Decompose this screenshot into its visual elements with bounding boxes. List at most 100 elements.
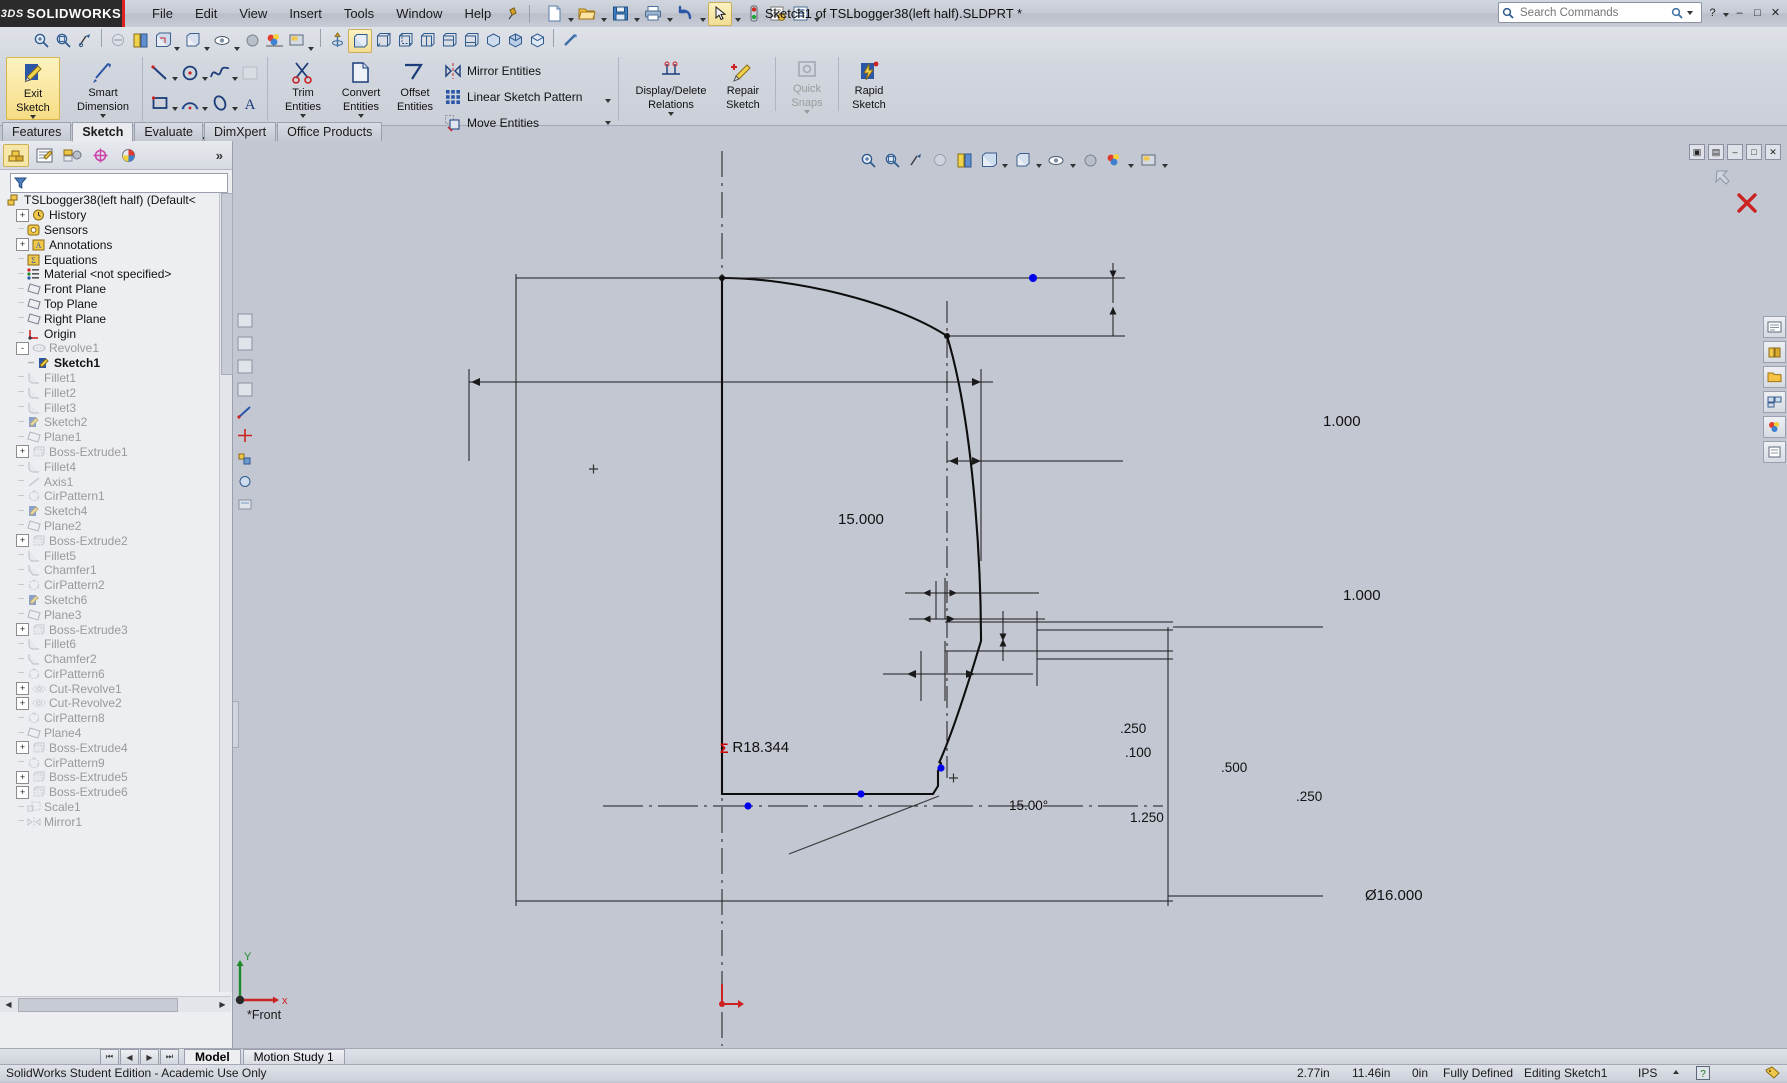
dim-1-000-right[interactable]: 1.000 [1343, 587, 1381, 604]
rebuild-icon[interactable] [743, 3, 765, 25]
undo-dropdown-icon[interactable] [698, 0, 707, 27]
open-folder-icon[interactable] [576, 3, 598, 25]
tree-item-chamfer2[interactable]: ┈Chamfer2 [0, 652, 231, 667]
front-view-icon[interactable] [348, 29, 372, 53]
minimize-button[interactable]: – [1732, 5, 1747, 20]
right-view-icon[interactable] [416, 29, 438, 51]
dim-0-100[interactable]: .100 [1125, 745, 1151, 760]
help-dropdown-icon[interactable] [1723, 13, 1729, 17]
circle-icon[interactable] [179, 62, 201, 84]
tree-item-plane4[interactable]: ┈Plane4 [0, 726, 231, 741]
tree-expand-icon[interactable]: + [16, 771, 29, 784]
tree-item-top-plane[interactable]: ┈Top Plane [0, 297, 231, 312]
open-dropdown-icon[interactable] [599, 0, 608, 27]
pin-menu-icon[interactable] [502, 3, 524, 25]
smart-dimension-button[interactable]: Smart Dimension [70, 57, 136, 118]
hide-show-icon[interactable] [211, 29, 233, 51]
display-delete-relations-button[interactable]: Display/Delete Relations [625, 57, 717, 116]
hscroll-left-arrow[interactable]: ◀ [1, 998, 16, 1011]
menu-window[interactable]: Window [385, 2, 453, 25]
menu-insert[interactable]: Insert [278, 2, 333, 25]
menu-bar[interactable]: File Edit View Insert Tools Window Help [141, 2, 524, 25]
status-units-dropdown-icon[interactable] [1673, 1070, 1679, 1074]
zoom-in-out-icon[interactable] [74, 29, 96, 51]
panel-tab-icons[interactable]: » [0, 141, 232, 170]
menu-tools[interactable]: Tools [333, 2, 385, 25]
tree-vertical-scrollbar[interactable] [219, 193, 232, 992]
hscroll-right-arrow[interactable]: ▶ [215, 998, 230, 1011]
sketch-tools-column[interactable]: Mirror Entities Linear Sketch Pattern Mo… [444, 59, 604, 134]
circle-dropdown-icon[interactable] [201, 59, 209, 87]
zoom-to-area-icon[interactable] [52, 29, 74, 51]
view-settings-icon[interactable] [285, 29, 307, 51]
dim-1-000-top[interactable]: 1.000 [1323, 413, 1361, 430]
spline-icon[interactable] [209, 62, 231, 84]
dim-r18-344[interactable]: R18.344 [732, 739, 789, 756]
tree-item-sketch6[interactable]: ┈Sketch6 [0, 593, 231, 608]
tree-expand-icon[interactable]: + [16, 209, 29, 222]
help-button[interactable]: ? [1705, 5, 1720, 20]
status-units[interactable]: IPS [1638, 1066, 1657, 1080]
tab-evaluate[interactable]: Evaluate [134, 122, 203, 141]
property-manager-icon[interactable] [31, 144, 57, 167]
tree-item-boss-extrude1[interactable]: +Boss-Extrude1 [0, 445, 231, 460]
tree-horizontal-scrollbar[interactable]: ◀ ▶ [0, 996, 231, 1012]
tree-item-cirpattern9[interactable]: ┈CirPattern9 [0, 755, 231, 770]
dim-0-250-lower[interactable]: .250 [1296, 789, 1322, 804]
repair-sketch-button[interactable]: Repair Sketch [717, 57, 769, 111]
tree-item-equations[interactable]: ┈ΣEquations [0, 252, 231, 267]
tree-item-sketch4[interactable]: ┈Sketch4 [0, 504, 231, 519]
exit-sketch-button[interactable]: Exit Sketch [6, 57, 60, 120]
tab-dimxpert[interactable]: DimXpert [204, 122, 276, 141]
undo-icon[interactable] [675, 3, 697, 25]
tag-icon[interactable] [1765, 1066, 1781, 1083]
last-tab-button[interactable]: ⏭ [160, 1049, 179, 1065]
tree-item-revolve1[interactable]: -Revolve1 [0, 341, 231, 356]
tree-item-boss-extrude2[interactable]: +Boss-Extrude2 [0, 533, 231, 548]
tree-item-axis1[interactable]: ┈Axis1 [0, 474, 231, 489]
tree-item-front-plane[interactable]: ┈Front Plane [0, 282, 231, 297]
arc-dropdown-icon[interactable] [201, 89, 209, 117]
bottom-tab-model[interactable]: Model [184, 1049, 241, 1065]
select-arrow-icon[interactable] [708, 2, 732, 26]
isometric-view-icon[interactable] [482, 29, 504, 51]
graphics-area[interactable]: ▣ ▤ – □ ✕ [233, 141, 1787, 1048]
view-settings-dropdown-icon[interactable] [307, 29, 315, 57]
dim-1-250[interactable]: 1.250 [1130, 810, 1164, 825]
tree-item-sensors[interactable]: ┈Sensors [0, 223, 231, 238]
tree-scroll-thumb[interactable] [221, 193, 233, 375]
feature-tree[interactable]: TSLbogger38(left half) (Default<+History… [0, 193, 231, 992]
linear-pattern-dropdown-icon[interactable] [604, 91, 612, 103]
move-entities-button[interactable]: Move Entities [444, 111, 604, 134]
apply-scene-icon[interactable] [263, 29, 285, 51]
tree-expand-icon[interactable]: + [16, 534, 29, 547]
prev-tab-button[interactable]: ◀ [120, 1049, 139, 1065]
hide-show-dropdown-icon[interactable] [233, 29, 241, 57]
display-manager-icon[interactable] [115, 144, 141, 167]
rectangle-icon[interactable] [149, 92, 171, 114]
tree-item-sketch1[interactable]: ┈Sketch1 [0, 356, 231, 371]
quick-snaps-dropdown-icon[interactable] [804, 110, 810, 114]
trim-entities-button[interactable]: Trim Entities [274, 57, 332, 118]
back-view-icon[interactable] [372, 29, 394, 51]
bottom-view-icon[interactable] [460, 29, 482, 51]
tree-item-plane3[interactable]: ┈Plane3 [0, 607, 231, 622]
tab-nav-buttons[interactable]: ⏮ ◀ ▶ ⏭ [100, 1049, 180, 1065]
search-commands-box[interactable] [1498, 2, 1702, 23]
ellipse-dropdown-icon[interactable] [231, 89, 239, 117]
quick-access-toolbar[interactable] [543, 0, 821, 27]
arc-icon[interactable] [179, 92, 201, 114]
convert-entities-button[interactable]: Convert Entities [332, 57, 390, 118]
ribbon-tabs[interactable]: Features Sketch Evaluate DimXpert Office… [2, 122, 383, 142]
tree-collapse-icon[interactable]: - [16, 342, 29, 355]
new-document-icon[interactable] [543, 3, 565, 25]
view-orientation-icon[interactable] [151, 29, 173, 51]
left-view-icon[interactable] [394, 29, 416, 51]
sketch-tools-dropdowns[interactable] [604, 63, 612, 125]
new-document-dropdown-icon[interactable] [566, 0, 575, 27]
tree-item-cirpattern1[interactable]: ┈CirPattern1 [0, 489, 231, 504]
mirror-entities-button[interactable]: Mirror Entities [444, 59, 604, 82]
line-icon[interactable] [149, 62, 171, 84]
panel-expand-chevron-icon[interactable]: » [216, 148, 229, 163]
tree-item-cirpattern2[interactable]: ┈CirPattern2 [0, 578, 231, 593]
